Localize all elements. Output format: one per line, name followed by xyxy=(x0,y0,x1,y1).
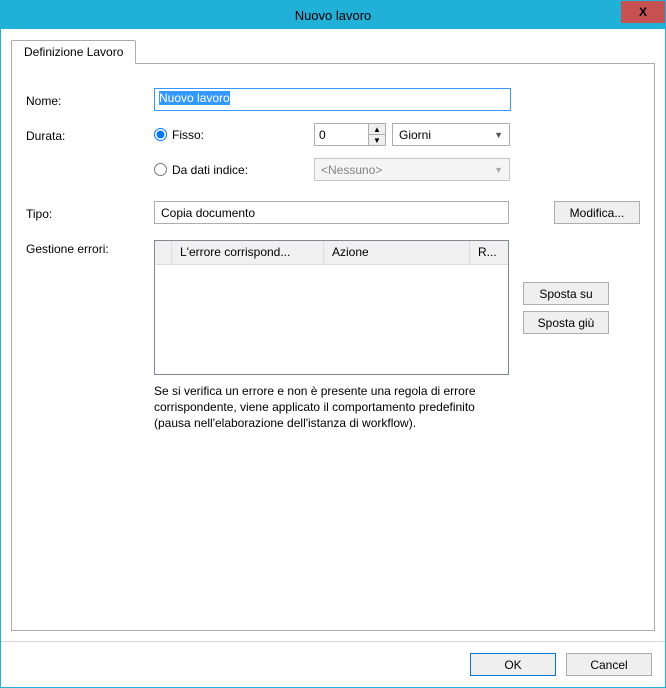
spinner-buttons: ▲ ▼ xyxy=(368,123,386,146)
name-input-value: Nuovo lavoro xyxy=(159,91,230,105)
index-data-value: <Nessuno> xyxy=(321,163,382,177)
row-name: Nome: Nuovo lavoro xyxy=(26,88,640,111)
move-up-button[interactable]: Sposta su xyxy=(523,282,609,305)
name-input[interactable]: Nuovo lavoro xyxy=(154,88,511,111)
radio-fixed-input[interactable] xyxy=(154,128,167,141)
move-down-button[interactable]: Sposta giù xyxy=(523,311,609,334)
label-name: Nome: xyxy=(26,92,154,108)
spinner-up[interactable]: ▲ xyxy=(368,123,386,134)
index-data-select: <Nessuno> ▼ xyxy=(314,158,510,181)
label-error-handling: Gestione errori: xyxy=(26,240,154,256)
dialog-footer: OK Cancel xyxy=(1,641,665,687)
tab-panel: Nome: Nuovo lavoro Durata: Fisso: ▲ ▼ xyxy=(11,63,655,631)
row-duration-fixed: Durata: Fisso: ▲ ▼ Giorni ▼ xyxy=(26,123,640,146)
ok-button[interactable]: OK xyxy=(470,653,556,676)
col-selector[interactable] xyxy=(155,241,172,264)
col-action[interactable]: Azione xyxy=(324,241,470,264)
error-rules-grid[interactable]: L'errore corrispond... Azione R... xyxy=(154,240,509,375)
close-button[interactable]: X xyxy=(621,1,665,23)
tab-definizione-lavoro[interactable]: Definizione Lavoro xyxy=(11,40,136,64)
row-duration-index: Da dati indice: <Nessuno> ▼ xyxy=(26,158,640,181)
tabstrip: Definizione Lavoro xyxy=(11,40,655,64)
chevron-down-icon: ▼ xyxy=(494,130,503,140)
error-help-text: Se si verifica un errore e non è present… xyxy=(154,383,509,432)
radio-from-index-input[interactable] xyxy=(154,163,167,176)
duration-unit-value: Giorni xyxy=(399,128,431,142)
error-block: L'errore corrispond... Azione R... Se si… xyxy=(154,240,509,432)
window-title: Nuovo lavoro xyxy=(295,8,372,23)
move-buttons: Sposta su Sposta giù xyxy=(523,282,609,334)
modify-button-label: Modifica... xyxy=(570,206,625,220)
close-icon: X xyxy=(639,5,647,19)
radio-fixed[interactable]: Fisso: xyxy=(154,128,314,142)
row-error-handling: Gestione errori: L'errore corrispond... … xyxy=(26,240,640,432)
col-r[interactable]: R... xyxy=(470,241,508,264)
grid-header: L'errore corrispond... Azione R... xyxy=(155,241,508,265)
radio-from-index[interactable]: Da dati indice: xyxy=(154,163,314,177)
duration-value-input[interactable] xyxy=(314,123,368,146)
titlebar: Nuovo lavoro X xyxy=(1,1,665,29)
radio-from-index-label: Da dati indice: xyxy=(172,163,248,177)
type-input[interactable]: Copia documento xyxy=(154,201,509,224)
label-duration: Durata: xyxy=(26,127,154,143)
modify-button[interactable]: Modifica... xyxy=(554,201,640,224)
spinner-down[interactable]: ▼ xyxy=(368,134,386,146)
duration-value-spinner[interactable]: ▲ ▼ xyxy=(314,123,386,146)
tab-label: Definizione Lavoro xyxy=(24,45,123,59)
dialog-window: Nuovo lavoro X Definizione Lavoro Nome: … xyxy=(0,0,666,688)
duration-unit-select[interactable]: Giorni ▼ xyxy=(392,123,510,146)
chevron-down-icon: ▼ xyxy=(494,165,503,175)
cancel-button[interactable]: Cancel xyxy=(566,653,652,676)
type-value: Copia documento xyxy=(161,206,255,220)
row-type: Tipo: Copia documento Modifica... xyxy=(26,201,640,224)
client-area: Definizione Lavoro Nome: Nuovo lavoro Du… xyxy=(1,29,665,641)
radio-fixed-label: Fisso: xyxy=(172,128,204,142)
label-type: Tipo: xyxy=(26,205,154,221)
col-match[interactable]: L'errore corrispond... xyxy=(172,241,324,264)
